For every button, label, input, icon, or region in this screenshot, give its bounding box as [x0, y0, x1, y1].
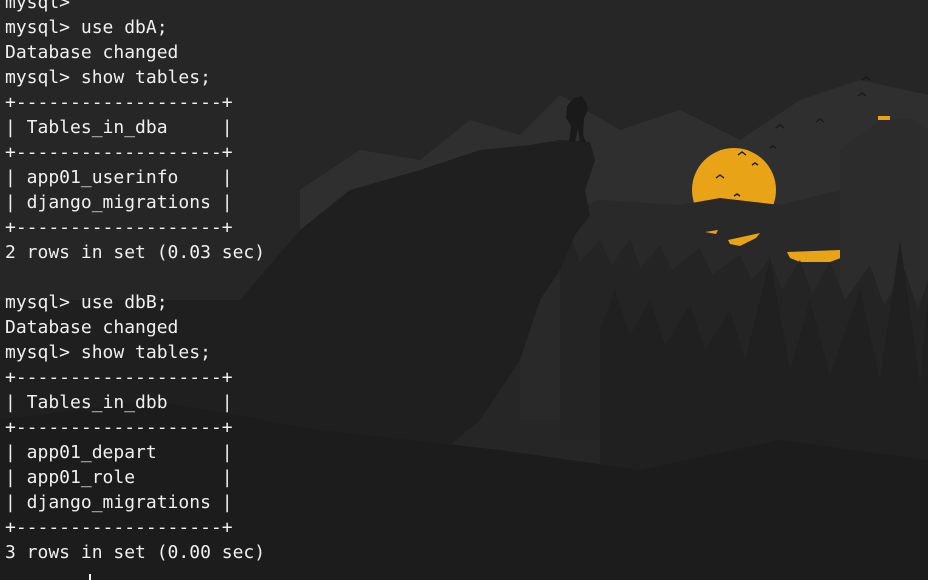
- console-line: | Tables_in_dbb |: [5, 392, 233, 413]
- console-line: mysql> use dbA;: [5, 17, 168, 38]
- console-line: +-------------------+: [5, 417, 233, 438]
- console-line: +-------------------+: [5, 217, 233, 238]
- console-line: | app01_role |: [5, 467, 233, 488]
- console-line: | django_migrations |: [5, 192, 233, 213]
- console-line: 2 rows in set (0.03 sec): [5, 242, 266, 263]
- console-line: +-------------------+: [5, 92, 233, 113]
- terminal-window[interactable]: mysql> mysql> use dbA; Database changed my…: [0, 0, 928, 580]
- console-line: mysql> use dbB;: [5, 292, 168, 313]
- console-line: | django_migrations |: [5, 492, 233, 513]
- console-line: | Tables_in_dba |: [5, 117, 233, 138]
- distant-tower: [878, 116, 890, 120]
- console-line: 3 rows in set (0.00 sec): [5, 542, 266, 563]
- console-line: Database changed: [5, 317, 179, 338]
- console-line: | app01_depart |: [5, 442, 233, 463]
- console-line: mysql> show tables;: [5, 67, 211, 88]
- text-cursor[interactable]: [89, 574, 91, 580]
- console-line: +-------------------+: [5, 142, 233, 163]
- console-line: mysql>: [5, 0, 81, 13]
- console-line: mysql> show tables;: [5, 342, 211, 363]
- terminal-output: mysql> mysql> use dbA; Database changed my…: [5, 0, 265, 580]
- console-line: +-------------------+: [5, 367, 233, 388]
- console-line: +-------------------+: [5, 517, 233, 538]
- console-line: Database changed: [5, 42, 179, 63]
- right-ridge: [840, 118, 928, 300]
- console-line: | app01_userinfo |: [5, 167, 233, 188]
